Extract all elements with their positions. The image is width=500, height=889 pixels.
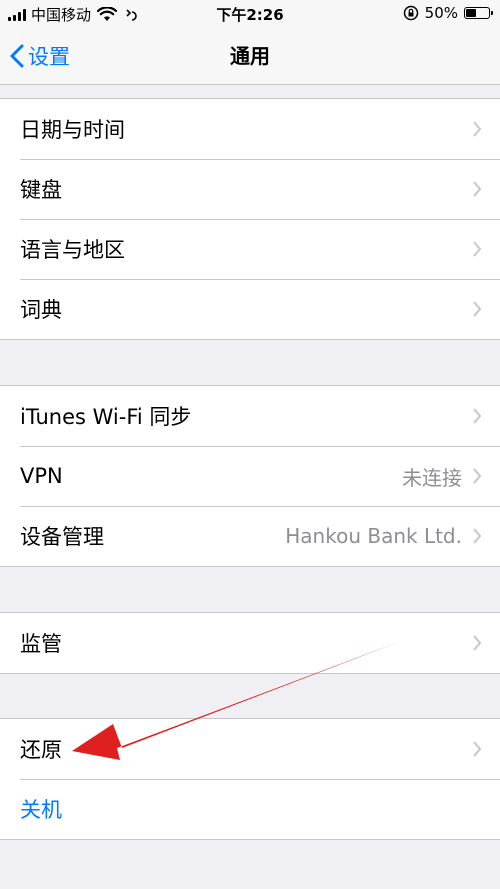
row-label: 监管: [20, 632, 62, 656]
row-reset[interactable]: 还原: [0, 719, 500, 779]
row-date-time[interactable]: 日期与时间: [0, 99, 500, 159]
row-label: iTunes Wi-Fi 同步: [20, 405, 192, 429]
settings-group-supervision: 监管: [0, 612, 500, 674]
chevron-right-icon: [473, 528, 482, 544]
row-label: 词典: [20, 298, 62, 322]
row-supervision[interactable]: 监管: [0, 613, 500, 673]
chevron-right-icon: [473, 468, 482, 484]
row-dictionary[interactable]: 词典: [0, 279, 500, 339]
navigation-bar: 通用 设置: [0, 28, 500, 85]
settings-group-sync-vpn: iTunes Wi-Fi 同步 VPN 未连接 设备管理 Hankou Bank…: [0, 385, 500, 567]
row-label: 设备管理: [20, 525, 104, 549]
row-label: 键盘: [20, 178, 62, 202]
rotation-lock-icon: [403, 5, 418, 21]
page-title: 通用: [230, 44, 270, 68]
battery-icon: [464, 7, 493, 19]
device-management-value: Hankou Bank Ltd.: [285, 524, 462, 548]
battery-percent: 50%: [424, 4, 458, 22]
row-label: 日期与时间: [20, 118, 125, 142]
row-vpn[interactable]: VPN 未连接: [0, 446, 500, 506]
chevron-right-icon: [473, 635, 482, 651]
battery-fill: [466, 9, 476, 17]
vpn-status-value: 未连接: [402, 465, 462, 490]
chevron-right-icon: [473, 301, 482, 317]
chevron-right-icon: [473, 241, 482, 257]
settings-group-reset-shutdown: 还原 关机: [0, 718, 500, 840]
chevron-right-icon: [473, 741, 482, 757]
chevron-right-icon: [473, 121, 482, 137]
chevron-left-icon: [10, 44, 24, 68]
settings-group-general: 日期与时间 键盘 语言与地区 词典: [0, 98, 500, 340]
status-bar: 中国移动 下午2:26 50%: [0, 0, 500, 28]
chevron-right-icon: [473, 408, 482, 424]
row-device-management[interactable]: 设备管理 Hankou Bank Ltd.: [0, 506, 500, 566]
back-button[interactable]: 设置: [10, 38, 70, 74]
row-label: 还原: [20, 738, 62, 762]
row-shut-down[interactable]: 关机: [0, 779, 500, 839]
row-label: 语言与地区: [20, 238, 125, 262]
chevron-right-icon: [473, 181, 482, 197]
row-language-region[interactable]: 语言与地区: [0, 219, 500, 279]
shut-down-button-label: 关机: [20, 798, 62, 822]
row-itunes-wifi-sync[interactable]: iTunes Wi-Fi 同步: [0, 386, 500, 446]
row-keyboard[interactable]: 键盘: [0, 159, 500, 219]
row-label: VPN: [20, 464, 63, 488]
back-button-label: 设置: [28, 45, 70, 69]
status-right: 50%: [403, 4, 493, 22]
